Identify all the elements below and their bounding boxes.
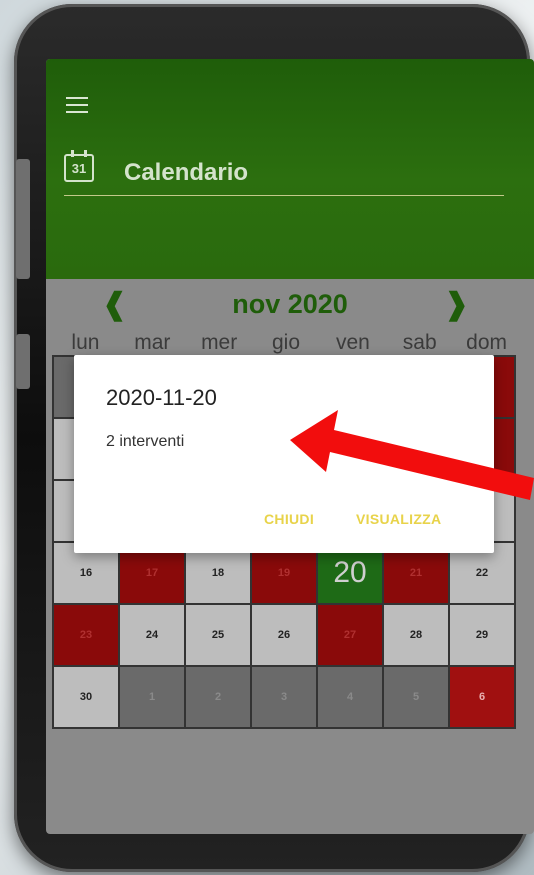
calendar-icon: 31	[64, 150, 94, 182]
day-cell[interactable]: 24	[119, 604, 185, 666]
day-cell[interactable]: 3	[251, 666, 317, 728]
page-title: Calendario	[124, 159, 249, 186]
weekday-header: lun mar mer gio ven sab dom	[52, 331, 520, 355]
weekday-label: mar	[134, 331, 171, 354]
day-cell[interactable]: 26	[251, 604, 317, 666]
next-month-button[interactable]: ❱	[444, 287, 469, 322]
red-pointer-arrow	[290, 410, 534, 500]
title-underline	[64, 195, 504, 196]
dialog-message: 2 interventi	[106, 433, 185, 450]
weekday-label: dom	[466, 331, 508, 354]
weekday-label: ven	[335, 331, 370, 354]
day-cell[interactable]: 27	[317, 604, 383, 666]
day-cell[interactable]: 23	[53, 604, 119, 666]
month-navigation: ❰ nov 2020 ❱	[46, 287, 534, 327]
day-cell[interactable]: 28	[383, 604, 449, 666]
day-cell[interactable]: 25	[185, 604, 251, 666]
volume-button	[16, 159, 30, 279]
power-button	[16, 334, 30, 389]
menu-icon[interactable]	[66, 97, 88, 118]
day-cell[interactable]: 6	[449, 666, 515, 728]
day-cell[interactable]: 30	[53, 666, 119, 728]
day-cell[interactable]: 5	[383, 666, 449, 728]
app-header: 31 Calendario	[46, 59, 534, 279]
day-cell[interactable]: 29	[449, 604, 515, 666]
dialog-title: 2020-11-20	[106, 385, 217, 410]
weekday-label: sab	[402, 331, 437, 354]
day-cell[interactable]: 2	[185, 666, 251, 728]
weekday-label: gio	[271, 331, 301, 354]
weekday-label: mer	[201, 331, 238, 354]
day-cell[interactable]: 1	[119, 666, 185, 728]
weekday-label: lun	[71, 331, 100, 354]
day-cell[interactable]: 4	[317, 666, 383, 728]
